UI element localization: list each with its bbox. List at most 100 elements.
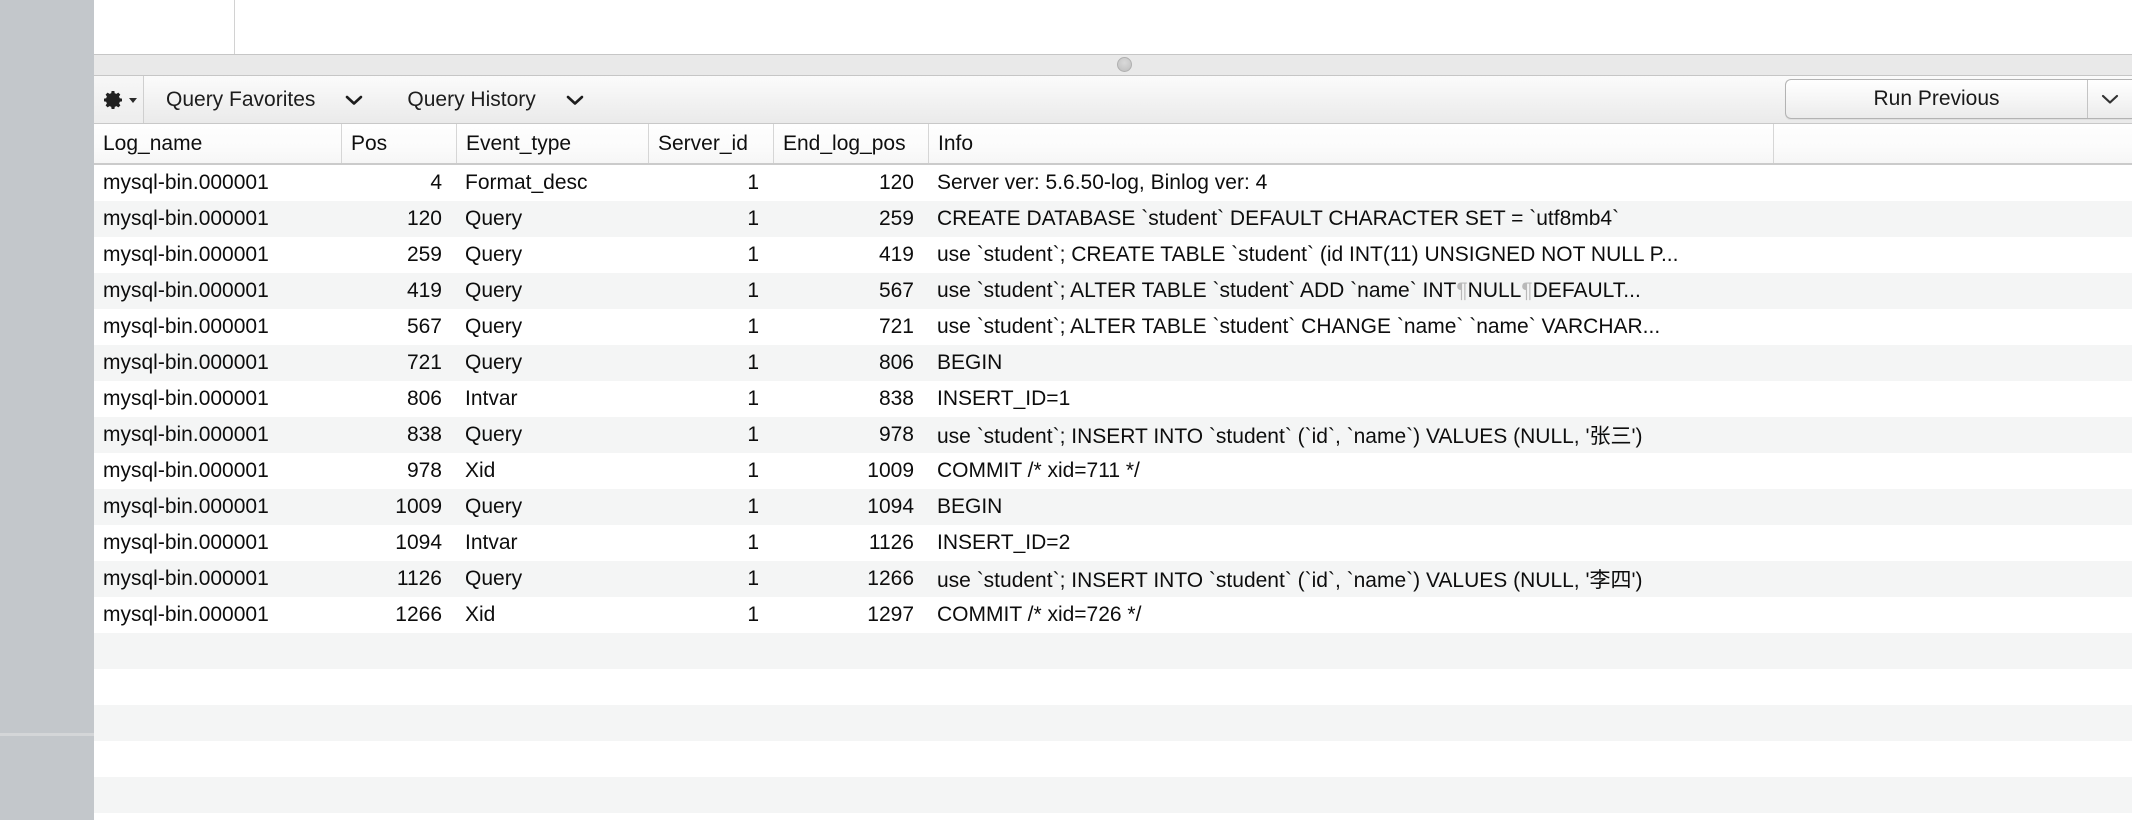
cell-event-type[interactable]: Intvar — [456, 525, 648, 561]
cell-pos[interactable]: 419 — [341, 273, 456, 309]
cell-info[interactable]: use `student`; ALTER TABLE `student` CHA… — [928, 309, 1773, 345]
cell-event-type[interactable]: Query — [456, 309, 648, 345]
cell-filler[interactable] — [1773, 525, 2132, 561]
cell-event-type[interactable]: Query — [456, 489, 648, 525]
cell-log-name[interactable]: mysql-bin.000001 — [94, 525, 341, 561]
table-row[interactable]: mysql-bin.000001 567 Query 1 721 use `student… — [94, 309, 2132, 345]
cell-event-type[interactable]: Query — [456, 345, 648, 381]
cell-filler[interactable] — [1773, 489, 2132, 525]
table-row-empty[interactable] — [94, 633, 2132, 669]
cell-event-type[interactable]: Xid — [456, 597, 648, 633]
cell-info[interactable]: BEGIN — [928, 489, 1773, 525]
cell-log-name[interactable]: mysql-bin.000001 — [94, 237, 341, 273]
cell-server-id[interactable]: 1 — [648, 489, 773, 525]
settings-button[interactable] — [94, 76, 144, 123]
cell-end-log-pos[interactable]: 1297 — [773, 597, 928, 633]
cell-info[interactable]: use `student`; CREATE TABLE `student` (i… — [928, 237, 1773, 273]
cell-filler[interactable] — [1773, 561, 2132, 597]
table-row-empty[interactable] — [94, 813, 2132, 820]
cell-end-log-pos[interactable]: 721 — [773, 309, 928, 345]
cell-info[interactable]: COMMIT /* xid=711 */ — [928, 453, 1773, 489]
cell-server-id[interactable]: 1 — [648, 453, 773, 489]
cell-log-name[interactable]: mysql-bin.000001 — [94, 165, 341, 201]
cell-server-id[interactable]: 1 — [648, 201, 773, 237]
cell-info[interactable]: BEGIN — [928, 345, 1773, 381]
cell-end-log-pos[interactable]: 419 — [773, 237, 928, 273]
cell-end-log-pos[interactable]: 259 — [773, 201, 928, 237]
cell-event-type[interactable]: Query — [456, 237, 648, 273]
binlog-results-grid[interactable]: Log_name Pos Event_type Server_id End_lo… — [94, 124, 2132, 820]
cell-info[interactable]: use `student`; ALTER TABLE `student` ADD… — [928, 273, 1773, 309]
table-row-empty[interactable] — [94, 741, 2132, 777]
column-header-event-type[interactable]: Event_type — [456, 124, 648, 163]
query-favorites-menu[interactable]: Query Favorites — [144, 76, 385, 123]
cell-end-log-pos[interactable]: 1009 — [773, 453, 928, 489]
cell-end-log-pos[interactable]: 838 — [773, 381, 928, 417]
run-previous-button[interactable]: Run Previous — [1785, 79, 2132, 119]
cell-pos[interactable]: 1126 — [341, 561, 456, 597]
cell-end-log-pos[interactable]: 567 — [773, 273, 928, 309]
cell-event-type[interactable]: Format_desc — [456, 165, 648, 201]
cell-log-name[interactable]: mysql-bin.000001 — [94, 561, 341, 597]
cell-filler[interactable] — [1773, 309, 2132, 345]
cell-pos[interactable]: 567 — [341, 309, 456, 345]
cell-server-id[interactable]: 1 — [648, 237, 773, 273]
column-header-end-log-pos[interactable]: End_log_pos — [773, 124, 928, 163]
cell-filler[interactable] — [1773, 453, 2132, 489]
cell-filler[interactable] — [1773, 417, 2132, 453]
table-row[interactable]: mysql-bin.000001 1009 Query 1 1094 BEGIN — [94, 489, 2132, 525]
cell-pos[interactable]: 1266 — [341, 597, 456, 633]
column-header-info[interactable]: Info — [928, 124, 1773, 163]
drag-grip-icon[interactable] — [1117, 57, 1132, 72]
cell-info[interactable]: CREATE DATABASE `student` DEFAULT CHARAC… — [928, 201, 1773, 237]
cell-end-log-pos[interactable]: 1126 — [773, 525, 928, 561]
cell-log-name[interactable]: mysql-bin.000001 — [94, 381, 341, 417]
cell-pos[interactable]: 1094 — [341, 525, 456, 561]
cell-server-id[interactable]: 1 — [648, 561, 773, 597]
cell-log-name[interactable]: mysql-bin.000001 — [94, 453, 341, 489]
table-row[interactable]: mysql-bin.000001 1266 Xid 1 1297 COMMIT /* xi… — [94, 597, 2132, 633]
cell-server-id[interactable]: 1 — [648, 525, 773, 561]
cell-filler[interactable] — [1773, 237, 2132, 273]
cell-pos[interactable]: 978 — [341, 453, 456, 489]
table-row-empty[interactable] — [94, 777, 2132, 813]
table-row[interactable]: mysql-bin.000001 838 Query 1 978 use `student… — [94, 417, 2132, 453]
cell-end-log-pos[interactable]: 1094 — [773, 489, 928, 525]
cell-filler[interactable] — [1773, 381, 2132, 417]
cell-filler[interactable] — [1773, 345, 2132, 381]
cell-log-name[interactable]: mysql-bin.000001 — [94, 273, 341, 309]
cell-end-log-pos[interactable]: 120 — [773, 165, 928, 201]
cell-log-name[interactable]: mysql-bin.000001 — [94, 309, 341, 345]
column-header-filler[interactable] — [1773, 124, 2132, 163]
table-row[interactable]: mysql-bin.000001 978 Xid 1 1009 COMMIT /* xid… — [94, 453, 2132, 489]
cell-info[interactable]: INSERT_ID=2 — [928, 525, 1773, 561]
cell-server-id[interactable]: 1 — [648, 417, 773, 453]
cell-pos[interactable]: 806 — [341, 381, 456, 417]
column-header-log-name[interactable]: Log_name — [94, 124, 341, 163]
cell-log-name[interactable]: mysql-bin.000001 — [94, 417, 341, 453]
cell-info[interactable]: INSERT_ID=1 — [928, 381, 1773, 417]
cell-pos[interactable]: 4 — [341, 165, 456, 201]
column-header-pos[interactable]: Pos — [341, 124, 456, 163]
cell-server-id[interactable]: 1 — [648, 597, 773, 633]
table-row[interactable]: mysql-bin.000001 419 Query 1 567 use `student… — [94, 273, 2132, 309]
cell-pos[interactable]: 120 — [341, 201, 456, 237]
table-row[interactable]: mysql-bin.000001 4 Format_desc 1 120 Server v… — [94, 165, 2132, 201]
cell-event-type[interactable]: Query — [456, 561, 648, 597]
table-row[interactable]: mysql-bin.000001 259 Query 1 419 use `student… — [94, 237, 2132, 273]
cell-event-type[interactable]: Query — [456, 201, 648, 237]
cell-event-type[interactable]: Intvar — [456, 381, 648, 417]
cell-info[interactable]: use `student`; INSERT INTO `student` (`i… — [928, 417, 1773, 453]
table-row[interactable]: mysql-bin.000001 120 Query 1 259 CREATE DATAB… — [94, 201, 2132, 237]
table-row-empty[interactable] — [94, 705, 2132, 741]
cell-event-type[interactable]: Query — [456, 273, 648, 309]
cell-filler[interactable] — [1773, 165, 2132, 201]
cell-pos[interactable]: 838 — [341, 417, 456, 453]
cell-info[interactable]: Server ver: 5.6.50-log, Binlog ver: 4 — [928, 165, 1773, 201]
table-row[interactable]: mysql-bin.000001 806 Intvar 1 838 INSERT_ID=1 — [94, 381, 2132, 417]
cell-log-name[interactable]: mysql-bin.000001 — [94, 597, 341, 633]
cell-log-name[interactable]: mysql-bin.000001 — [94, 489, 341, 525]
table-row[interactable]: mysql-bin.000001 721 Query 1 806 BEGIN — [94, 345, 2132, 381]
table-row[interactable]: mysql-bin.000001 1094 Intvar 1 1126 INSERT_ID… — [94, 525, 2132, 561]
cell-info[interactable]: use `student`; INSERT INTO `student` (`i… — [928, 561, 1773, 597]
